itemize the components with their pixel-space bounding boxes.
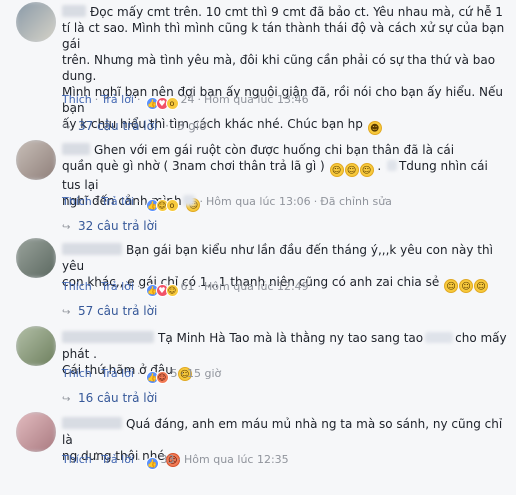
reaction-summary[interactable]: 👍 (145, 455, 159, 471)
reaction-count: 61 (180, 280, 195, 293)
commenter-name[interactable] (62, 243, 122, 255)
reply-link[interactable]: Trả lời (101, 280, 134, 293)
timestamp[interactable]: Hôm qua lúc 13:46 (204, 93, 309, 106)
replies-link[interactable]: ↪ 37 câu trả lời · 3 giờ (62, 118, 206, 134)
laugh-emoji-icon: ☺ (474, 279, 489, 293)
comment-3: Bạn gái bạn kiểu như lần đầu đến tháng ý… (0, 236, 516, 320)
reaction-count: 33 (160, 453, 175, 466)
replies-link[interactable]: ↪ 57 câu trả lời (62, 303, 157, 319)
reply-arrow-icon: ↪ (62, 394, 71, 405)
reply-link[interactable]: Trả lời (101, 93, 134, 106)
avatar[interactable] (16, 412, 56, 452)
comment-text: Đọc mấy cmt trên. 10 cmt thì 9 cmt đã bả… (62, 5, 505, 135)
laugh-emoji-icon: ☺ (359, 163, 374, 177)
like-link[interactable]: Thích (62, 93, 92, 106)
avatar[interactable] (16, 2, 56, 42)
reply-arrow-icon: ↪ (62, 122, 71, 133)
wow-reaction-icon: o (165, 97, 179, 110)
reaction-summary[interactable]: 👍☺ o (145, 197, 179, 213)
commenter-name[interactable] (62, 143, 90, 155)
commenter-name[interactable] (62, 331, 154, 343)
replies-link[interactable]: ↪ 32 câu trả lời (62, 218, 157, 234)
smile-emoji-icon: ☻ (367, 121, 382, 135)
avatar[interactable] (16, 238, 56, 278)
commenter-name[interactable] (62, 417, 122, 429)
reaction-count: 5 (170, 367, 178, 380)
like-link[interactable]: Thích (62, 195, 92, 208)
comment-actions: Thích · Trả lời · 👍♥ ☺ 61 · Hôm qua lúc 12:49 (62, 279, 309, 298)
reply-link[interactable]: Trả lời (101, 195, 134, 208)
reply-arrow-icon: ↪ (62, 222, 71, 233)
like-reaction-icon: 👍 (145, 457, 159, 470)
reaction-summary[interactable]: 👍♥ o (145, 95, 179, 111)
comment-actions: Thích · Trả lời · 👍☺ 5 · 15 giờ (62, 366, 221, 385)
edited-label[interactable]: Đã chỉnh sửa (320, 195, 392, 208)
comment-2: Ghen với em gái ruột còn được huống chi … (0, 138, 516, 234)
comment-5: Quá đáng, anh em máu mủ nhà ng ta mà so … (0, 408, 516, 495)
reaction-summary[interactable]: 👍☺ (145, 369, 169, 385)
angry-reaction-icon: ☺ (155, 371, 169, 384)
timestamp[interactable]: 15 giờ (187, 367, 221, 380)
replies-link[interactable]: ↪ 16 câu trả lời (62, 390, 157, 406)
avatar[interactable] (16, 326, 56, 366)
timestamp[interactable]: Hôm qua lúc 13:06 (206, 195, 311, 208)
timestamp[interactable]: Hôm qua lúc 12:35 (184, 453, 289, 466)
comment-4: Tạ Minh Hà Tao mà là thằng ny tao sang t… (0, 322, 516, 406)
laugh-emoji-icon: ☺ (459, 279, 474, 293)
like-link[interactable]: Thích (62, 367, 92, 380)
comment-actions: Thích · Trả lời · 👍♥ o 24 · Hôm qua lúc 13:46 (62, 92, 309, 111)
commenter-name[interactable] (62, 5, 86, 17)
reaction-summary[interactable]: 👍♥ ☺ (145, 282, 179, 298)
like-link[interactable]: Thích (62, 280, 92, 293)
comment-actions: Thích · Trả lời · 👍 33 · Hôm qua lúc 12:35 (62, 452, 289, 471)
avatar[interactable] (16, 140, 56, 180)
reply-link[interactable]: Trả lời (101, 367, 134, 380)
reaction-count: 24 (180, 93, 195, 106)
reply-arrow-icon: ↪ (62, 307, 71, 318)
timestamp[interactable]: Hôm qua lúc 12:49 (204, 280, 309, 293)
laugh-emoji-icon: ☺ (444, 279, 459, 293)
reply-link[interactable]: Trả lời (101, 453, 134, 466)
comment-actions: Thích · Trả lời · 👍☺ o · Hôm qua lúc 13:06 · Đã c… (62, 194, 392, 213)
wow-reaction-icon: o (165, 199, 179, 212)
haha-reaction-icon: ☺ (165, 284, 179, 297)
comment-feed: Đọc mấy cmt trên. 10 cmt thì 9 cmt đã bả… (0, 0, 516, 495)
comment-1: Đọc mấy cmt trên. 10 cmt thì 9 cmt đã bả… (0, 0, 516, 135)
laugh-emoji-icon: ☺ (329, 163, 344, 177)
like-link[interactable]: Thích (62, 453, 92, 466)
laugh-emoji-icon: ☺ (344, 163, 359, 177)
